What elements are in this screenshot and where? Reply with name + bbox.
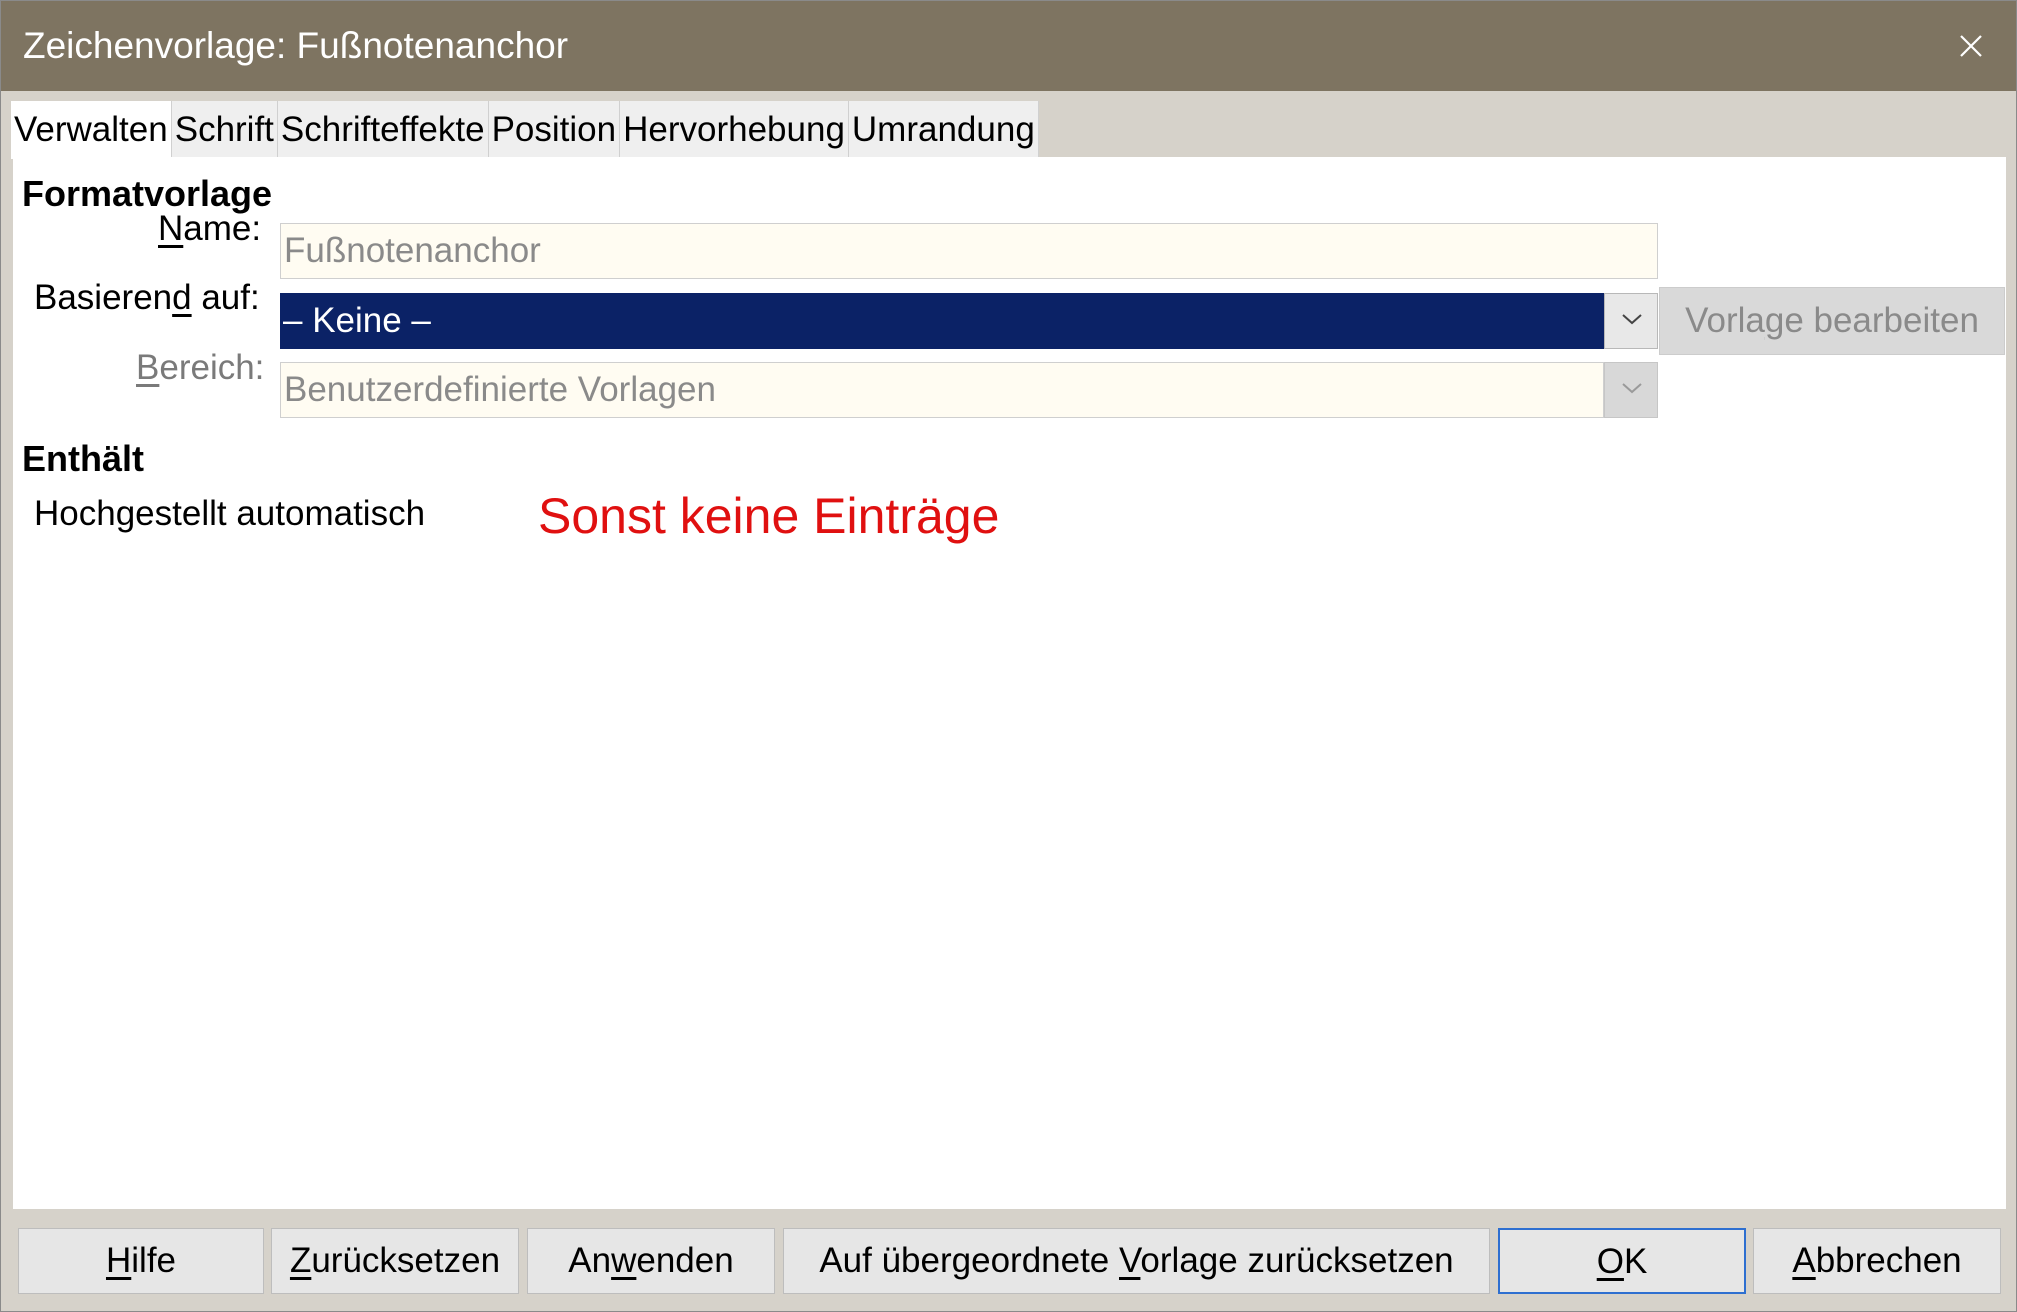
apply-button-after: enden	[636, 1241, 734, 1280]
based-on-label-before: Basieren	[34, 278, 173, 317]
based-on-label: Basierend auf:	[34, 276, 260, 320]
ok-button[interactable]: OK	[1498, 1228, 1746, 1294]
tab-hervorhebung[interactable]: Hervorhebung	[620, 101, 849, 157]
cancel-button[interactable]: Abbrechen	[1753, 1228, 2001, 1294]
category-dropdown-button[interactable]	[1604, 362, 1658, 418]
edit-style-button-before: Vorla	[1685, 301, 1765, 340]
cancel-button-rest: bbrechen	[1815, 1241, 1962, 1280]
edit-style-button[interactable]: Vorlage bearbeiten	[1659, 287, 2005, 355]
window-title: Zeichenvorlage: Fußnotenanchor	[23, 25, 569, 66]
character-style-dialog: Zeichenvorlage: Fußnotenanchor Verwalten…	[0, 0, 2017, 1312]
reset-to-parent-button-mnemonic: V	[1119, 1241, 1141, 1280]
ok-button-rest: K	[1623, 1242, 1648, 1281]
contains-text: Hochgestellt automatisch	[34, 494, 426, 533]
title-bar: Zeichenvorlage: Fußnotenanchor	[1, 1, 2016, 91]
reset-button[interactable]: Zurücksetzen	[271, 1228, 519, 1294]
apply-button-before: An	[568, 1241, 612, 1280]
button-bar: Hilfe Zurücksetzen Anwenden Auf übergeor…	[1, 1211, 2016, 1311]
help-button-mnemonic: H	[105, 1241, 132, 1280]
tab-verwalten[interactable]: Verwalten	[11, 101, 172, 159]
contains-section-heading: Enthält	[22, 438, 144, 479]
cancel-button-mnemonic: A	[1792, 1241, 1816, 1280]
close-button[interactable]	[1926, 1, 2016, 91]
help-button-rest: ilfe	[131, 1241, 177, 1280]
category-label-mnemonic: B	[136, 348, 160, 387]
category-label-rest: ereich:	[159, 348, 265, 387]
reset-button-mnemonic: Z	[289, 1241, 312, 1280]
edit-style-button-mnemonic: g	[1764, 301, 1785, 340]
tab-umrandung[interactable]: Umrandung	[848, 101, 1039, 157]
apply-button-mnemonic: w	[611, 1241, 637, 1280]
reset-to-parent-button-after: orlage zurücksetzen	[1140, 1241, 1454, 1280]
reset-to-parent-button-before: Auf übergeordnete	[819, 1241, 1119, 1280]
category-label: Bereich:	[136, 346, 264, 390]
tab-schrifteffekte[interactable]: Schrifteffekte	[277, 101, 489, 157]
apply-button[interactable]: Anwenden	[527, 1228, 775, 1294]
name-label-mnemonic: N	[158, 209, 184, 248]
annotation-text: Sonst keine Einträge	[538, 488, 1000, 544]
reset-to-parent-button[interactable]: Auf übergeordnete Vorlage zurücksetzen	[783, 1228, 1490, 1294]
chevron-down-icon	[1622, 383, 1642, 394]
based-on-label-after: auf:	[191, 278, 260, 317]
name-label-rest: ame:	[183, 209, 262, 248]
close-icon	[1960, 35, 1982, 57]
name-label: Name:	[158, 207, 261, 251]
tab-bar: Verwalten Schrift Schrifteffekte Positio…	[11, 101, 1039, 159]
tab-position[interactable]: Position	[488, 101, 621, 157]
chevron-down-icon	[1622, 314, 1642, 325]
ok-button-mnemonic: O	[1596, 1242, 1624, 1281]
category-combobox[interactable]: Benutzerdefinierte Vorlagen	[280, 362, 1604, 418]
tab-panel-verwalten: Formatvorlage Name: Fußnotenanchor Basie…	[13, 157, 2006, 1209]
name-field[interactable]: Fußnotenanchor	[280, 223, 1658, 279]
based-on-combobox[interactable]: – Keine –	[280, 293, 1604, 349]
based-on-dropdown-button[interactable]	[1604, 293, 1658, 349]
based-on-label-mnemonic: d	[172, 278, 192, 317]
edit-style-button-after: e bearbeiten	[1784, 301, 1979, 340]
reset-button-rest: urücksetzen	[311, 1241, 501, 1280]
help-button[interactable]: Hilfe	[18, 1228, 264, 1294]
tab-schrift[interactable]: Schrift	[171, 101, 278, 157]
